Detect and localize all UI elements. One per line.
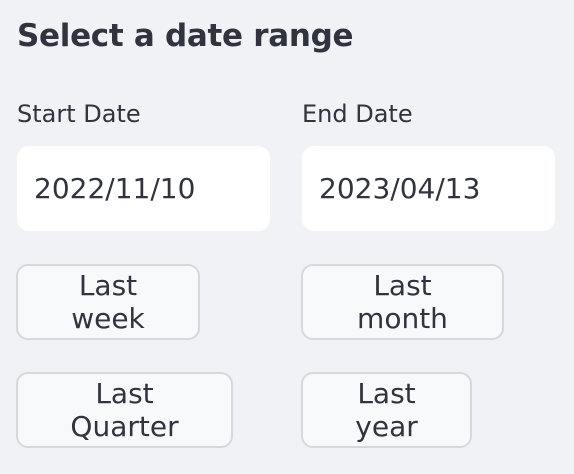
start-date-input[interactable]	[17, 146, 270, 231]
last-week-button[interactable]: Last week	[16, 264, 200, 340]
start-date-group: Start Date	[17, 98, 270, 231]
start-date-label: Start Date	[17, 100, 141, 128]
section-title: Select a date range	[17, 18, 354, 54]
end-date-label: End Date	[302, 100, 413, 128]
end-date-group: End Date	[302, 98, 555, 231]
last-year-button[interactable]: Last year	[301, 372, 472, 448]
end-date-input[interactable]	[302, 146, 555, 231]
last-quarter-button[interactable]: Last Quarter	[16, 372, 233, 448]
last-month-button[interactable]: Last month	[301, 264, 504, 340]
